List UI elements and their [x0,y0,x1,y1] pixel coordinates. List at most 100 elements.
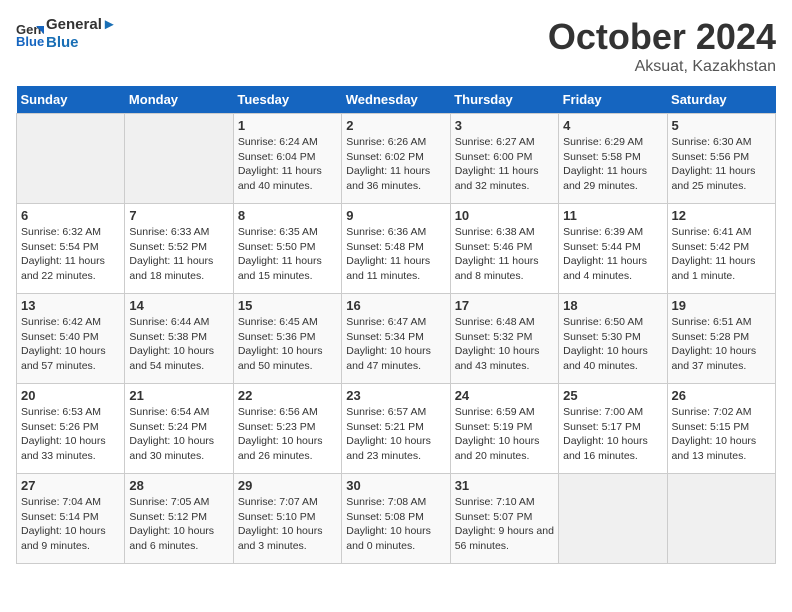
day-number: 8 [238,208,337,223]
day-number: 11 [563,208,662,223]
day-number: 24 [455,388,554,403]
day-info: Sunrise: 7:04 AMSunset: 5:14 PMDaylight:… [21,495,120,554]
day-info: Sunrise: 6:38 AMSunset: 5:46 PMDaylight:… [455,225,554,284]
day-number: 20 [21,388,120,403]
day-info: Sunrise: 6:30 AMSunset: 5:56 PMDaylight:… [672,135,771,194]
day-number: 13 [21,298,120,313]
calendar-cell: 25 Sunrise: 7:00 AMSunset: 5:17 PMDayligh… [559,384,667,474]
calendar-table: SundayMondayTuesdayWednesdayThursdayFrid… [16,86,776,564]
weekday-header-monday: Monday [125,86,233,114]
day-info: Sunrise: 6:41 AMSunset: 5:42 PMDaylight:… [672,225,771,284]
weekday-header-tuesday: Tuesday [233,86,341,114]
day-number: 31 [455,478,554,493]
day-info: Sunrise: 6:54 AMSunset: 5:24 PMDaylight:… [129,405,228,464]
day-number: 5 [672,118,771,133]
logo-blue: Blue [46,34,117,52]
calendar-body: 1Sunrise: 6:24 AMSunset: 6:04 PMDaylight… [17,114,776,564]
weekday-header-row: SundayMondayTuesdayWednesdayThursdayFrid… [17,86,776,114]
calendar-cell: 17Sunrise: 6:48 AMSunset: 5:32 PMDayligh… [450,294,558,384]
day-number: 25 [563,388,662,403]
calendar-cell: 8 Sunrise: 6:35 AMSunset: 5:50 PMDaylight… [233,204,341,294]
day-info: Sunrise: 6:39 AMSunset: 5:44 PMDaylight:… [563,225,662,284]
day-number: 30 [346,478,445,493]
calendar-cell: 22 Sunrise: 6:56 AMSunset: 5:23 PMDayligh… [233,384,341,474]
day-number: 6 [21,208,120,223]
calendar-cell: 3 Sunrise: 6:27 AMSunset: 6:00 PMDaylight… [450,114,558,204]
day-info: Sunrise: 6:50 AMSunset: 5:30 PMDaylight:… [563,315,662,374]
day-number: 10 [455,208,554,223]
day-number: 26 [672,388,771,403]
day-info: Sunrise: 7:02 AMSunset: 5:15 PMDaylight:… [672,405,771,464]
calendar-cell: 10 Sunrise: 6:38 AMSunset: 5:46 PMDayligh… [450,204,558,294]
calendar-cell: 15Sunrise: 6:45 AMSunset: 5:36 PMDayligh… [233,294,341,384]
day-info: Sunrise: 7:00 AMSunset: 5:17 PMDaylight:… [563,405,662,464]
calendar-cell: 19 Sunrise: 6:51 AMSunset: 5:28 PMDayligh… [667,294,775,384]
calendar-cell: 16Sunrise: 6:47 AMSunset: 5:34 PMDayligh… [342,294,450,384]
calendar-cell: 6 Sunrise: 6:32 AMSunset: 5:54 PMDaylight… [17,204,125,294]
day-info: Sunrise: 7:10 AMSunset: 5:07 PMDaylight:… [455,495,554,554]
calendar-cell: 4Sunrise: 6:29 AMSunset: 5:58 PMDaylight… [559,114,667,204]
calendar-cell: 1Sunrise: 6:24 AMSunset: 6:04 PMDaylight… [233,114,341,204]
day-info: Sunrise: 6:47 AMSunset: 5:34 PMDaylight:… [346,315,445,374]
calendar-cell: 27Sunrise: 7:04 AMSunset: 5:14 PMDayligh… [17,474,125,564]
calendar-week-2: 6 Sunrise: 6:32 AMSunset: 5:54 PMDaylight… [17,204,776,294]
weekday-header-thursday: Thursday [450,86,558,114]
calendar-cell [667,474,775,564]
calendar-cell [17,114,125,204]
day-number: 23 [346,388,445,403]
calendar-cell: 21 Sunrise: 6:54 AMSunset: 5:24 PMDayligh… [125,384,233,474]
day-info: Sunrise: 6:42 AMSunset: 5:40 PMDaylight:… [21,315,120,374]
calendar-cell: 9Sunrise: 6:36 AMSunset: 5:48 PMDaylight… [342,204,450,294]
day-info: Sunrise: 6:59 AMSunset: 5:19 PMDaylight:… [455,405,554,464]
calendar-cell [125,114,233,204]
calendar-cell [559,474,667,564]
day-number: 2 [346,118,445,133]
logo-icon: General Blue [16,20,44,48]
day-info: Sunrise: 6:27 AMSunset: 6:00 PMDaylight:… [455,135,554,194]
page-header: General Blue General► Blue October 2024 … [16,16,776,76]
calendar-cell: 13 Sunrise: 6:42 AMSunset: 5:40 PMDayligh… [17,294,125,384]
day-number: 28 [129,478,228,493]
calendar-cell: 26 Sunrise: 7:02 AMSunset: 5:15 PMDayligh… [667,384,775,474]
weekday-header-saturday: Saturday [667,86,775,114]
day-number: 19 [672,298,771,313]
calendar-cell: 5 Sunrise: 6:30 AMSunset: 5:56 PMDaylight… [667,114,775,204]
day-number: 3 [455,118,554,133]
day-info: Sunrise: 6:45 AMSunset: 5:36 PMDaylight:… [238,315,337,374]
day-number: 14 [129,298,228,313]
calendar-cell: 14 Sunrise: 6:44 AMSunset: 5:38 PMDayligh… [125,294,233,384]
title-block: October 2024 Aksuat, Kazakhstan [548,16,776,76]
day-info: Sunrise: 6:26 AMSunset: 6:02 PMDaylight:… [346,135,445,194]
calendar-cell: 20Sunrise: 6:53 AMSunset: 5:26 PMDayligh… [17,384,125,474]
day-number: 21 [129,388,228,403]
calendar-cell: 24 Sunrise: 6:59 AMSunset: 5:19 PMDayligh… [450,384,558,474]
calendar-cell: 30 Sunrise: 7:08 AMSunset: 5:08 PMDayligh… [342,474,450,564]
svg-text:Blue: Blue [16,34,44,48]
day-info: Sunrise: 6:32 AMSunset: 5:54 PMDaylight:… [21,225,120,284]
day-info: Sunrise: 7:08 AMSunset: 5:08 PMDaylight:… [346,495,445,554]
calendar-week-3: 13 Sunrise: 6:42 AMSunset: 5:40 PMDayligh… [17,294,776,384]
calendar-header: SundayMondayTuesdayWednesdayThursdayFrid… [17,86,776,114]
day-number: 22 [238,388,337,403]
day-number: 1 [238,118,337,133]
month-title: October 2024 [548,16,776,58]
day-info: Sunrise: 6:51 AMSunset: 5:28 PMDaylight:… [672,315,771,374]
day-info: Sunrise: 6:33 AMSunset: 5:52 PMDaylight:… [129,225,228,284]
calendar-week-1: 1Sunrise: 6:24 AMSunset: 6:04 PMDaylight… [17,114,776,204]
location-title: Aksuat, Kazakhstan [548,58,776,76]
calendar-week-4: 20Sunrise: 6:53 AMSunset: 5:26 PMDayligh… [17,384,776,474]
day-number: 9 [346,208,445,223]
calendar-cell: 31 Sunrise: 7:10 AMSunset: 5:07 PMDayligh… [450,474,558,564]
day-info: Sunrise: 6:56 AMSunset: 5:23 PMDaylight:… [238,405,337,464]
calendar-cell: 2 Sunrise: 6:26 AMSunset: 6:02 PMDaylight… [342,114,450,204]
day-info: Sunrise: 6:57 AMSunset: 5:21 PMDaylight:… [346,405,445,464]
day-info: Sunrise: 6:35 AMSunset: 5:50 PMDaylight:… [238,225,337,284]
calendar-cell: 29Sunrise: 7:07 AMSunset: 5:10 PMDayligh… [233,474,341,564]
weekday-header-wednesday: Wednesday [342,86,450,114]
calendar-cell: 28 Sunrise: 7:05 AMSunset: 5:12 PMDayligh… [125,474,233,564]
day-info: Sunrise: 7:05 AMSunset: 5:12 PMDaylight:… [129,495,228,554]
day-info: Sunrise: 6:44 AMSunset: 5:38 PMDaylight:… [129,315,228,374]
day-number: 29 [238,478,337,493]
calendar-cell: 7Sunrise: 6:33 AMSunset: 5:52 PMDaylight… [125,204,233,294]
day-info: Sunrise: 6:29 AMSunset: 5:58 PMDaylight:… [563,135,662,194]
